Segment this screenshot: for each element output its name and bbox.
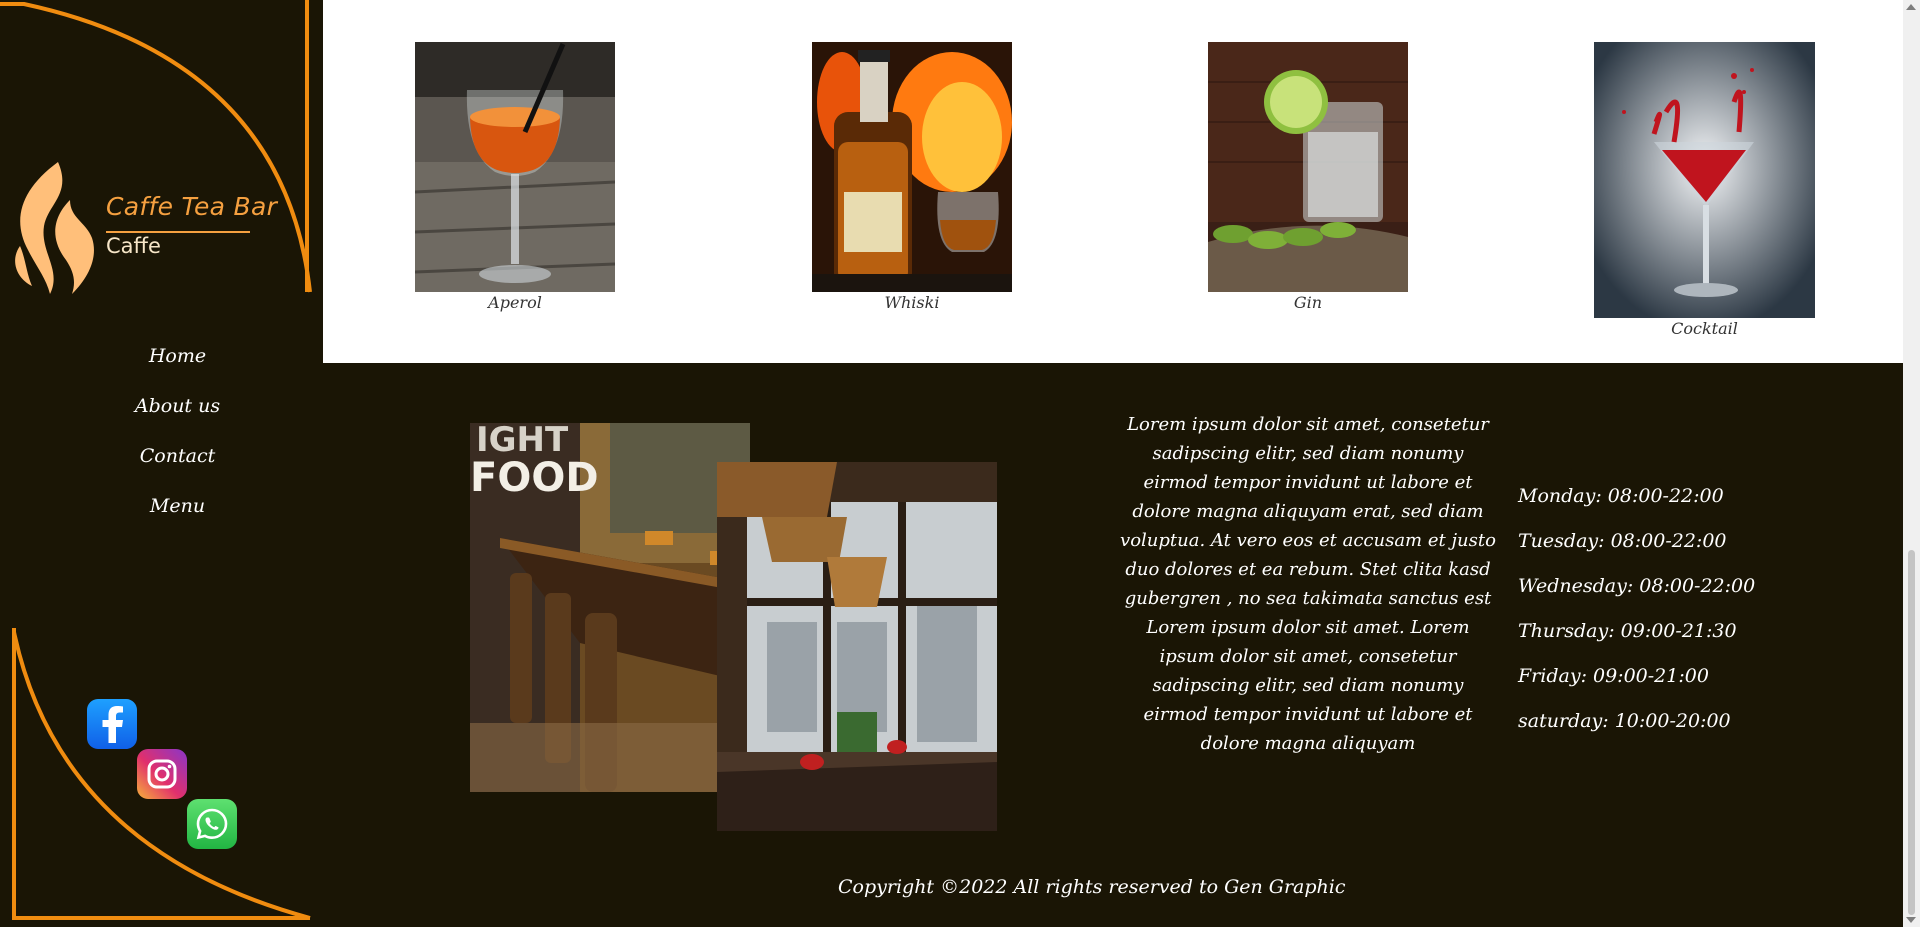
hours-saturday: saturday: 10:00-20:00 <box>1518 710 1731 732</box>
drink-caption: Whiski <box>884 293 940 312</box>
facebook-icon[interactable] <box>87 699 137 749</box>
hours-friday: Friday: 09:00-21:00 <box>1518 665 1709 687</box>
whatsapp-icon[interactable] <box>187 799 237 849</box>
copyright-text: Copyright ©2022 All rights reserved to G… <box>838 876 1346 898</box>
opening-hours: Monday: 08:00-22:00 Tuesday: 08:00-22:00… <box>1518 480 1755 750</box>
flame-logo-icon <box>10 160 102 299</box>
scroll-up-icon[interactable] <box>1906 4 1916 10</box>
hours-wednesday: Wednesday: 08:00-22:00 <box>1518 575 1756 597</box>
drink-card-whiski[interactable]: Whiski <box>812 42 1012 312</box>
sidebar: Caffe Tea Bar Caffe Home About us Contac… <box>0 0 323 927</box>
drink-caption: Gin <box>1293 293 1323 312</box>
aperol-photo <box>415 42 615 292</box>
brand-subtitle: Caffe <box>106 234 161 258</box>
hours-tuesday: Tuesday: 08:00-22:00 <box>1518 530 1727 552</box>
cafe-interior-photo <box>717 462 997 831</box>
hours-monday: Monday: 08:00-22:00 <box>1518 485 1724 507</box>
drink-card-aperol[interactable]: Aperol <box>415 42 615 312</box>
brand-title: Caffe Tea Bar <box>106 192 278 221</box>
vertical-scrollbar[interactable] <box>1903 0 1920 927</box>
nav-menu[interactable]: Menu <box>0 490 323 540</box>
drinks-gallery: Aperol Whiski Gin Cocktail <box>323 0 1903 363</box>
hours-thursday: Thursday: 09:00-21:30 <box>1518 620 1737 642</box>
main-nav: Home About us Contact Menu <box>0 340 323 540</box>
scroll-down-icon[interactable] <box>1906 917 1916 923</box>
bar-counter-photo: IGHT FOOD <box>470 423 750 792</box>
nav-contact[interactable]: Contact <box>0 440 323 490</box>
gin-photo <box>1208 42 1408 292</box>
drink-card-cocktail[interactable]: Cocktail <box>1594 42 1815 338</box>
svg-text:FOOD: FOOD <box>470 455 599 501</box>
nav-about-us[interactable]: About us <box>0 390 323 440</box>
drink-caption: Cocktail <box>1671 319 1738 338</box>
instagram-icon[interactable] <box>137 749 187 799</box>
cocktail-photo <box>1594 42 1815 318</box>
drink-caption: Aperol <box>488 293 542 312</box>
whiski-photo <box>812 42 1012 292</box>
scroll-thumb[interactable] <box>1908 550 1915 915</box>
about-text: Lorem ipsum dolor sit amet, consetetur s… <box>1120 414 1496 754</box>
nav-home[interactable]: Home <box>0 340 323 390</box>
drink-card-gin[interactable]: Gin <box>1208 42 1408 312</box>
brand-divider <box>106 231 250 233</box>
